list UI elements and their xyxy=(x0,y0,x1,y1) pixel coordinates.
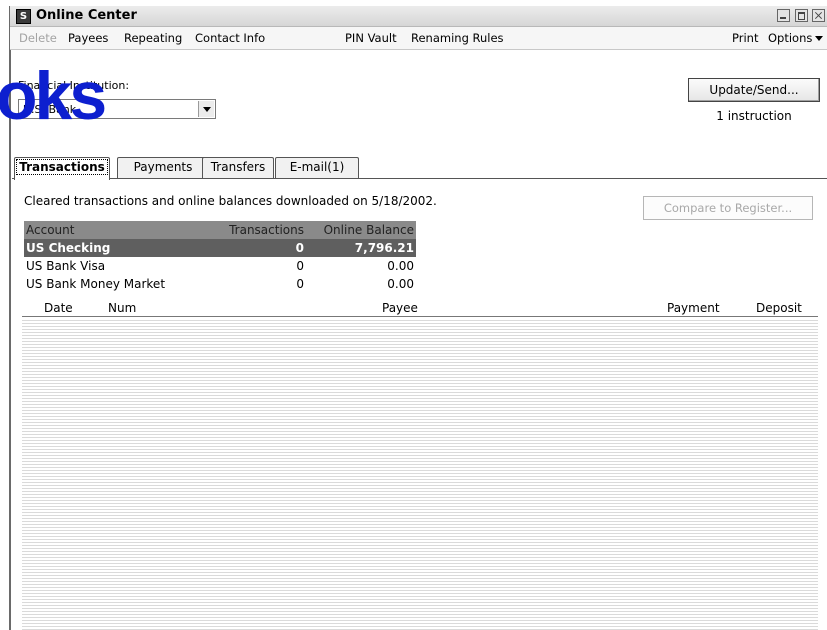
menu-contact-info[interactable]: Contact Info xyxy=(195,31,265,45)
register-list[interactable] xyxy=(22,318,818,630)
account-transactions: 0 xyxy=(295,241,304,255)
account-row[interactable]: US Bank Money Market 0 0.00 xyxy=(24,275,416,293)
accounts-header: Account Transactions Online Balance xyxy=(24,221,416,239)
account-balance: 0.00 xyxy=(387,259,414,273)
tab-email[interactable]: E-mail(1) xyxy=(275,157,359,178)
accounts-table: Account Transactions Online Balance US C… xyxy=(24,221,416,293)
tab-transfers[interactable]: Transfers xyxy=(202,157,274,178)
register-col-payee[interactable]: Payee xyxy=(382,301,418,315)
menu-bar: Delete Payees Repeating Contact Info PIN… xyxy=(10,27,827,50)
menu-pin-vault[interactable]: PIN Vault xyxy=(345,31,397,45)
header-online-balance[interactable]: Online Balance xyxy=(314,223,414,237)
register-col-num[interactable]: Num xyxy=(108,301,136,315)
register-col-date[interactable]: Date xyxy=(44,301,73,315)
account-row[interactable]: US Bank Visa 0 0.00 xyxy=(24,257,416,275)
header-account[interactable]: Account xyxy=(26,223,74,237)
register-col-payment[interactable]: Payment xyxy=(667,301,720,315)
menu-payees[interactable]: Payees xyxy=(68,31,108,45)
account-name: US Bank Visa xyxy=(26,259,106,273)
chevron-down-icon xyxy=(815,36,824,41)
maximize-icon[interactable] xyxy=(794,9,808,22)
account-row[interactable]: US Checking 0 7,796.21 xyxy=(24,239,416,257)
tab-payments[interactable]: Payments xyxy=(117,157,209,178)
update-send-button[interactable]: Update/Send... xyxy=(688,78,820,102)
watermark-text: oks xyxy=(0,58,107,134)
menu-options-label: Options xyxy=(768,31,813,45)
menu-print[interactable]: Print xyxy=(732,31,758,45)
title-bar: S Online Center xyxy=(10,6,827,27)
account-name: US Bank Money Market xyxy=(26,277,166,291)
menu-options[interactable]: Options xyxy=(768,31,824,45)
tab-transactions[interactable]: Transactions xyxy=(14,157,110,180)
header-transactions[interactable]: Transactions xyxy=(204,223,304,237)
account-transactions: 0 xyxy=(296,277,304,291)
register-col-deposit[interactable]: Deposit xyxy=(756,301,802,315)
account-name: US Checking xyxy=(26,241,111,255)
download-status-text: Cleared transactions and online balances… xyxy=(24,194,437,208)
window-title: Online Center xyxy=(36,8,137,23)
dropdown-arrow-icon[interactable] xyxy=(198,101,214,117)
compare-to-register-button[interactable]: Compare to Register... xyxy=(643,196,813,220)
account-transactions: 0 xyxy=(296,259,304,273)
close-icon[interactable] xyxy=(812,9,825,22)
app-icon: S xyxy=(16,9,31,24)
menu-delete[interactable]: Delete xyxy=(19,31,57,45)
minimize-icon[interactable] xyxy=(777,9,790,22)
account-balance: 0.00 xyxy=(387,277,414,291)
register-header: Date Num Payee Payment Deposit xyxy=(22,300,818,317)
account-balance: 7,796.21 xyxy=(354,241,414,255)
menu-repeating[interactable]: Repeating xyxy=(124,31,182,45)
menu-renaming-rules[interactable]: Renaming Rules xyxy=(411,31,504,45)
online-center-window: DropBooks S Online Center Delete Payees … xyxy=(0,0,827,630)
instruction-count: 1 instruction xyxy=(716,109,792,123)
